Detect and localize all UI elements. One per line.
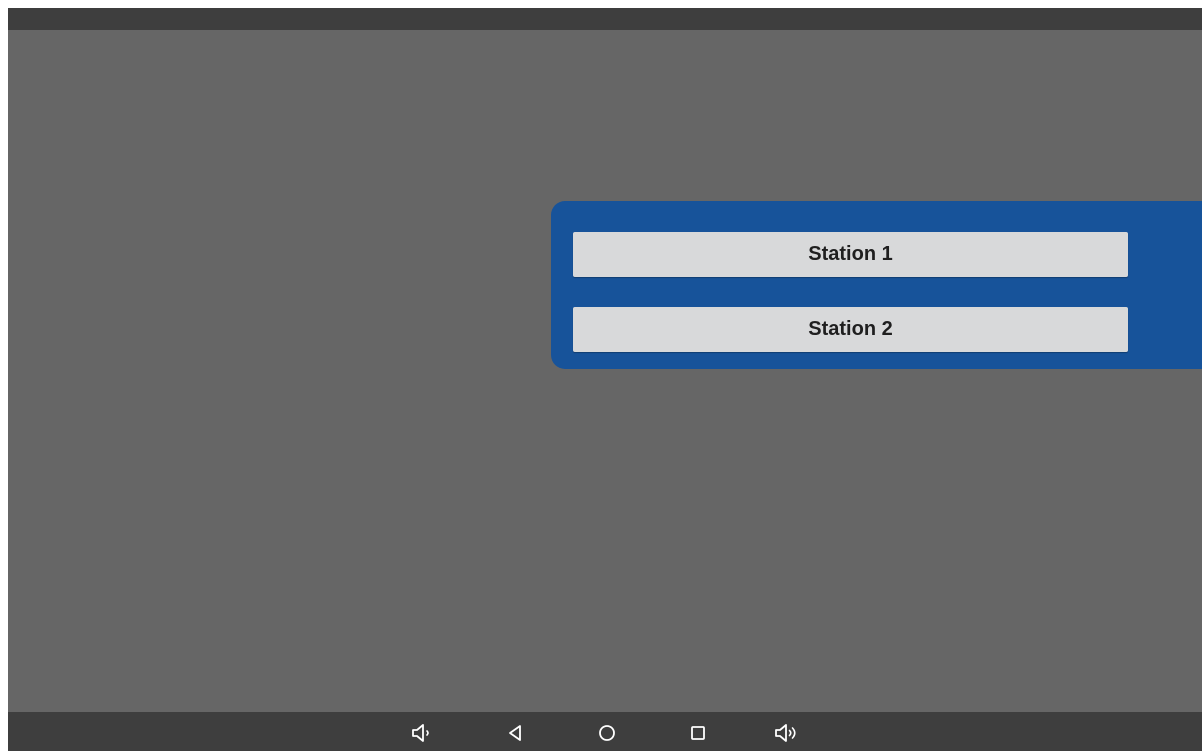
home-icon[interactable] (593, 721, 621, 745)
back-icon[interactable] (502, 721, 530, 745)
android-screen: Station 1 Station 2 (8, 8, 1202, 751)
system-navigation-bar (8, 712, 1202, 751)
station-selection-panel: Station 1 Station 2 (551, 201, 1202, 369)
status-bar (8, 8, 1202, 30)
volume-down-icon[interactable] (409, 721, 437, 745)
station-1-button[interactable]: Station 1 (573, 232, 1128, 277)
station-2-button[interactable]: Station 2 (573, 307, 1128, 352)
recent-apps-icon[interactable] (684, 721, 712, 745)
volume-up-icon[interactable] (773, 721, 801, 745)
